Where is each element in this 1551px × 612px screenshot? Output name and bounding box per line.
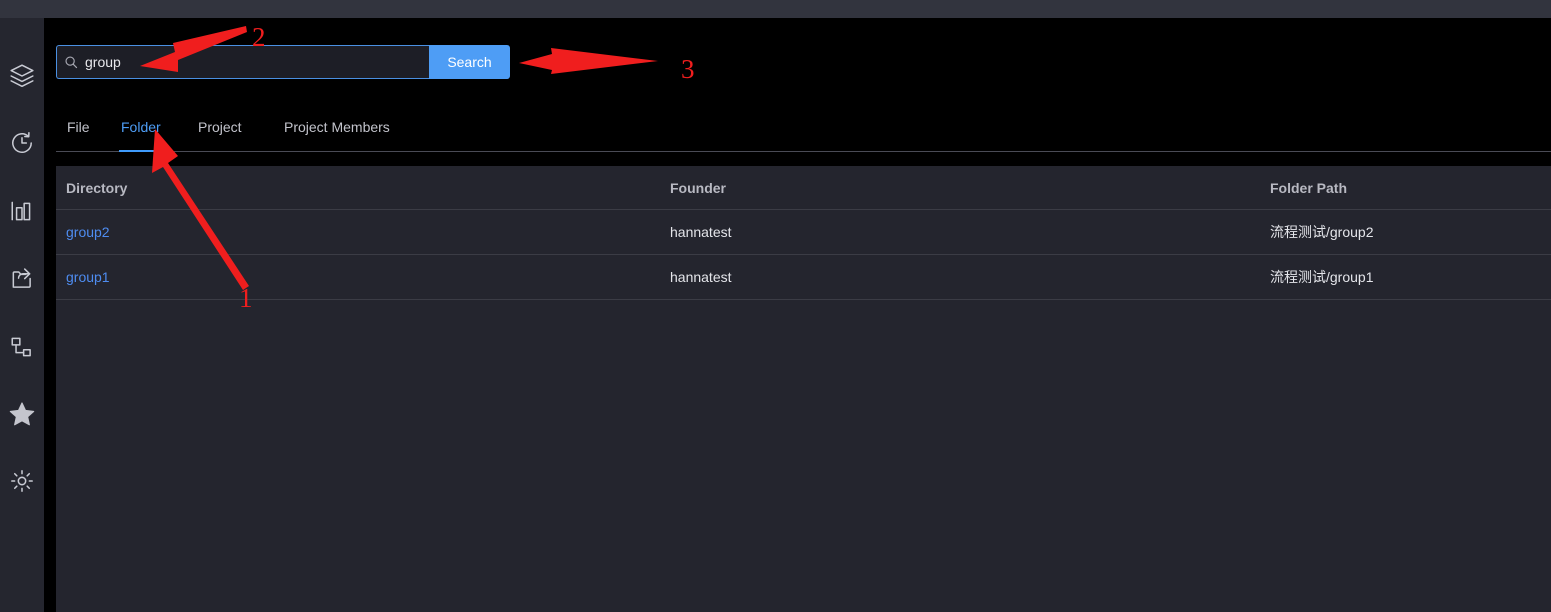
column-header-directory: Directory	[66, 179, 128, 196]
row-founder: hannatest	[670, 269, 732, 285]
window-top-bar	[0, 0, 1551, 18]
app-root: Search File Folder Project Project Membe…	[0, 0, 1551, 612]
sidebar-item-statistics[interactable]	[0, 189, 44, 233]
row-folder-path: 流程测试/group2	[1270, 224, 1374, 240]
sidebar-item-layers[interactable]	[0, 54, 44, 98]
column-header-folder-path: Folder Path	[1270, 179, 1348, 196]
tab-folder[interactable]: Folder	[119, 114, 163, 152]
tab-file[interactable]: File	[65, 114, 92, 151]
sidebar-item-structure[interactable]	[0, 325, 44, 369]
table-row[interactable]: group2 hannatest 流程测试/group2	[56, 210, 1551, 255]
tab-project-members[interactable]: Project Members	[282, 114, 392, 151]
row-folder-path: 流程测试/group1	[1270, 269, 1374, 285]
search-input-wrapper[interactable]	[56, 45, 429, 79]
gear-icon	[9, 468, 35, 494]
sidebar-item-history[interactable]	[0, 121, 44, 165]
left-sidebar	[0, 18, 44, 612]
layers-icon	[9, 63, 35, 89]
results-table: Directory Founder Folder Path group2 han…	[56, 166, 1551, 612]
row-founder: hannatest	[670, 224, 732, 240]
sidebar-item-favorites[interactable]	[0, 392, 44, 436]
sidebar-item-share[interactable]	[0, 257, 44, 301]
sitemap-icon	[9, 334, 35, 360]
sidebar-item-settings[interactable]	[0, 459, 44, 503]
table-header-row: Directory Founder Folder Path	[56, 166, 1551, 210]
table-row[interactable]: group1 hannatest 流程测试/group1	[56, 255, 1551, 300]
row-directory-link[interactable]: group1	[66, 269, 110, 285]
tab-project[interactable]: Project	[196, 114, 244, 151]
main-content: Search File Folder Project Project Membe…	[56, 18, 1551, 612]
bar-chart-icon	[9, 198, 35, 224]
clock-history-icon	[9, 130, 35, 156]
search-input[interactable]	[85, 46, 429, 78]
table-empty-area	[56, 300, 1551, 612]
folder-share-icon	[9, 266, 35, 292]
search-icon	[57, 55, 85, 69]
column-header-founder: Founder	[670, 179, 726, 196]
search-bar: Search	[56, 45, 510, 79]
tab-bar: File Folder Project Project Members	[56, 114, 1551, 152]
star-icon	[8, 400, 36, 428]
row-directory-link[interactable]: group2	[66, 224, 110, 240]
search-button[interactable]: Search	[429, 45, 510, 79]
